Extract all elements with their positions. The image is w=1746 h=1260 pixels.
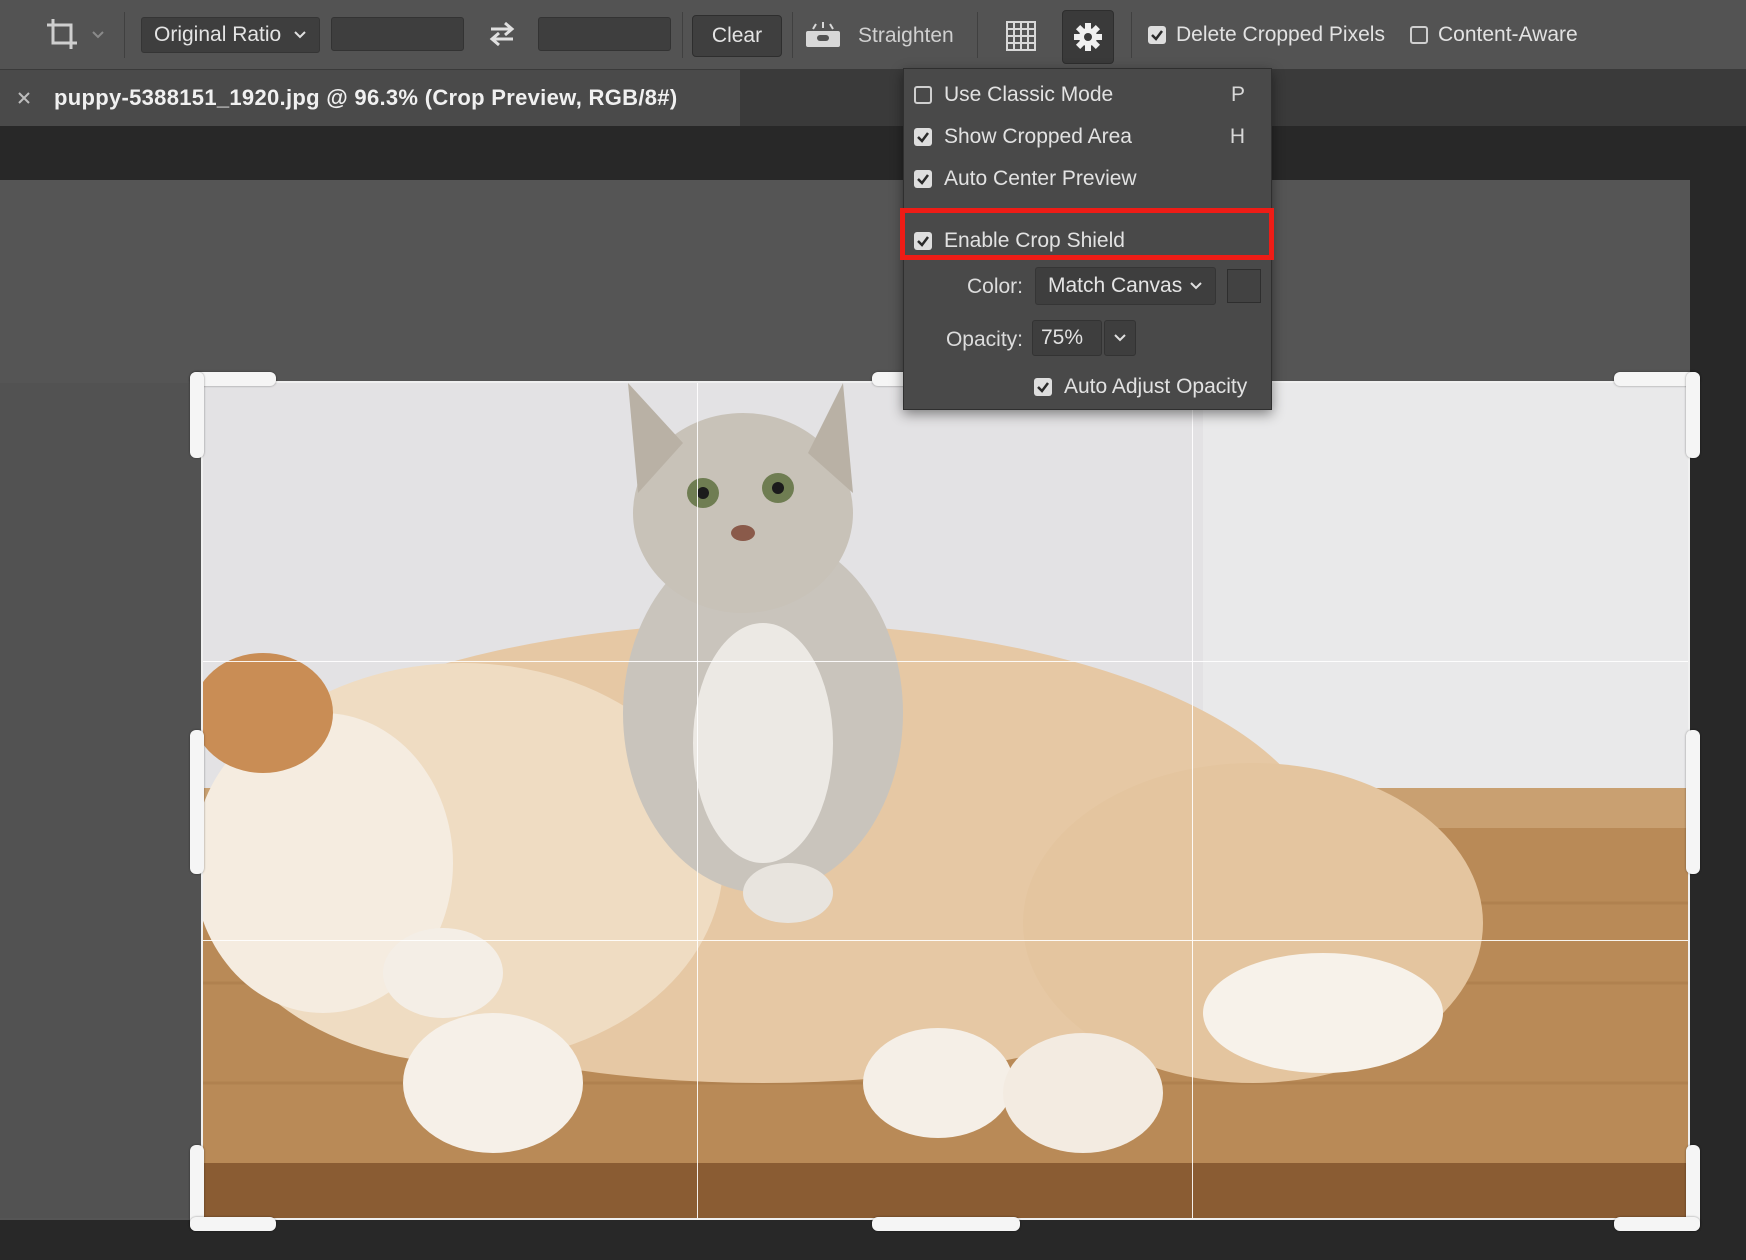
cropped-area-shield — [0, 383, 203, 1218]
aspect-ratio-dropdown[interactable]: Original Ratio — [141, 17, 320, 53]
crop-handle-bottom-right[interactable] — [1614, 1217, 1700, 1231]
aspect-ratio-value: Original Ratio — [154, 23, 282, 46]
menu-item-use-classic-mode[interactable]: Use Classic Mode P — [914, 79, 1261, 111]
delete-cropped-pixels-checkbox[interactable] — [1148, 26, 1166, 44]
checkmark-icon — [917, 174, 929, 185]
chevron-down-icon — [1190, 282, 1202, 290]
content-aware-label: Content-Aware — [1438, 23, 1578, 46]
show-cropped-area-checkbox[interactable] — [914, 128, 932, 146]
crop-handle-middle-left[interactable] — [190, 730, 204, 874]
delete-cropped-pixels-option[interactable]: Delete Cropped Pixels — [1148, 17, 1385, 53]
crop-handle-bottom-center[interactable] — [872, 1217, 1020, 1231]
straighten-button[interactable]: Straighten — [804, 15, 964, 57]
show-cropped-area-label: Show Cropped Area — [944, 125, 1132, 148]
level-icon — [806, 22, 840, 47]
content-aware-checkbox[interactable] — [1410, 26, 1428, 44]
use-classic-mode-label: Use Classic Mode — [944, 83, 1114, 106]
crop-handle-top-left[interactable] — [190, 372, 204, 458]
crop-width-input[interactable] — [331, 17, 464, 51]
use-classic-mode-checkbox[interactable] — [914, 86, 932, 104]
auto-adjust-opacity-checkbox[interactable] — [1034, 378, 1052, 396]
opacity-dropdown-button[interactable] — [1104, 320, 1136, 356]
checkmark-icon — [1037, 382, 1049, 393]
opacity-value: 75% — [1041, 326, 1084, 349]
crop-boundary[interactable] — [201, 381, 1690, 1220]
document-tab-bar: puppy-5388151_1920.jpg @ 96.3% (Crop Pre… — [0, 70, 1746, 126]
opacity-label: Opacity: — [945, 328, 1023, 351]
divider — [792, 12, 793, 58]
checkmark-icon — [1151, 30, 1163, 41]
swap-arrows-icon — [489, 21, 515, 47]
menu-item-auto-center-preview[interactable]: Auto Center Preview — [914, 163, 1261, 195]
auto-center-preview-label: Auto Center Preview — [944, 167, 1137, 190]
chevron-down-icon — [294, 31, 306, 39]
color-label: Color: — [966, 275, 1023, 298]
shortcut-key: P — [1230, 83, 1245, 106]
clear-button[interactable]: Clear — [692, 15, 782, 57]
delete-cropped-pixels-label: Delete Cropped Pixels — [1176, 23, 1385, 46]
auto-adjust-opacity-label: Auto Adjust Opacity — [1064, 375, 1248, 398]
crop-settings-button[interactable] — [1062, 10, 1114, 64]
options-bar: Original Ratio Clear Straighten Delete C… — [0, 0, 1746, 70]
menu-item-auto-adjust-opacity[interactable]: Auto Adjust Opacity — [1034, 371, 1264, 403]
annotation-highlight-box — [900, 208, 1274, 260]
crop-handle-bottom-left[interactable] — [190, 1217, 276, 1231]
document-title: puppy-5388151_1920.jpg @ 96.3% (Crop Pre… — [54, 85, 678, 110]
crop-tool-preset-picker[interactable] — [34, 12, 114, 58]
crop-handle-top-right[interactable] — [1686, 372, 1700, 458]
divider — [1131, 12, 1132, 58]
divider — [682, 12, 683, 58]
auto-center-preview-checkbox[interactable] — [914, 170, 932, 188]
straighten-label: Straighten — [858, 24, 954, 47]
chevron-down-icon — [1114, 334, 1126, 342]
divider — [124, 12, 125, 58]
shortcut-key: H — [1229, 125, 1245, 148]
overlay-options-button[interactable] — [996, 14, 1046, 58]
gear-icon — [1074, 23, 1102, 51]
opacity-input[interactable]: 75% — [1032, 320, 1102, 356]
menu-item-show-cropped-area[interactable]: Show Cropped Area H — [914, 121, 1261, 153]
chevron-down-icon — [92, 31, 104, 39]
shield-color-swatch[interactable] — [1227, 269, 1261, 303]
crop-handle-middle-right[interactable] — [1686, 730, 1700, 874]
document-tab[interactable]: puppy-5388151_1920.jpg @ 96.3% (Crop Pre… — [0, 70, 740, 126]
grid-overlay-icon — [1006, 21, 1036, 51]
crop-icon — [47, 19, 77, 49]
content-aware-option[interactable]: Content-Aware — [1410, 17, 1578, 53]
divider — [977, 12, 978, 58]
crop-height-input[interactable] — [538, 17, 671, 51]
checkmark-icon — [917, 132, 929, 143]
shield-color-dropdown[interactable]: Match Canvas — [1035, 267, 1216, 305]
shield-color-value: Match Canvas — [1048, 274, 1183, 297]
close-icon[interactable] — [16, 90, 32, 106]
swap-dimensions-button[interactable] — [480, 14, 524, 54]
